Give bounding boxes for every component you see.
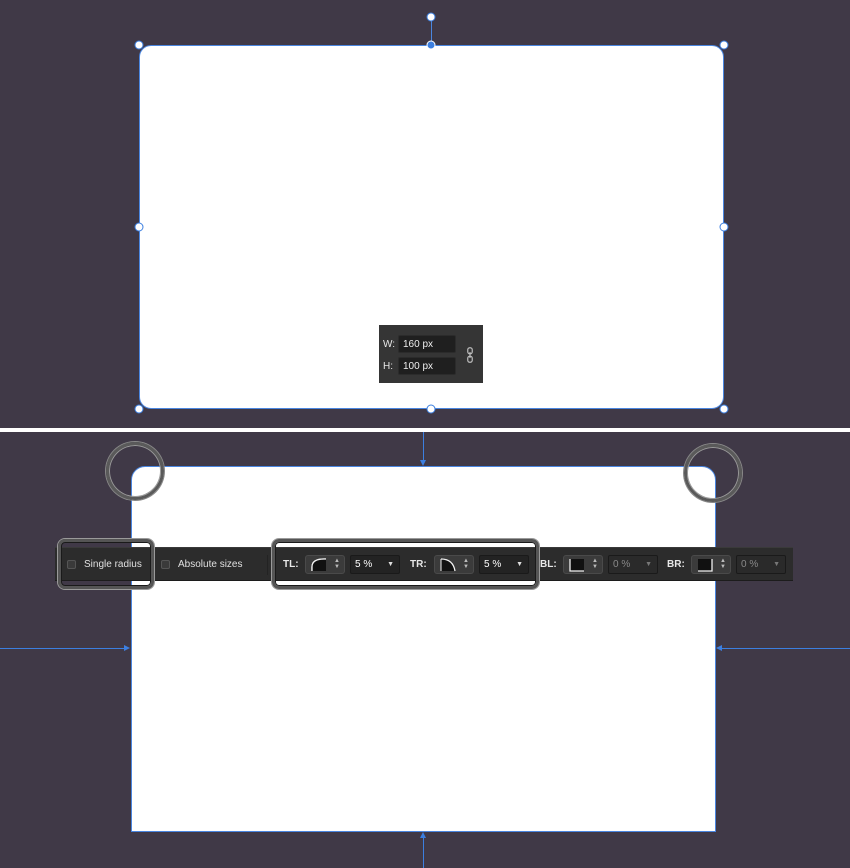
square-corner-icon bbox=[569, 559, 584, 572]
guide-arrow-bottom bbox=[420, 832, 426, 838]
width-field[interactable]: 160 px bbox=[398, 335, 456, 353]
resize-handle-top-right[interactable] bbox=[719, 40, 729, 50]
rectangle-shape[interactable] bbox=[131, 466, 716, 832]
corner-highlight-top-right bbox=[684, 444, 742, 502]
corner-bl-type-button[interactable]: ▲ ▼ bbox=[563, 555, 603, 574]
resize-handle-left[interactable] bbox=[134, 222, 144, 232]
resize-handle-bottom-right[interactable] bbox=[719, 404, 729, 414]
absolute-sizes-option[interactable]: Absolute sizes bbox=[161, 548, 242, 581]
highlight-tl-tr-corners bbox=[272, 539, 539, 589]
guide-bottom bbox=[423, 838, 424, 868]
square-corner-icon bbox=[698, 559, 713, 572]
canvas-bottom: Single radius Absolute sizes TL: ▲ ▼ 5 % … bbox=[0, 432, 850, 868]
corner-bottom-right-group: BR: ▲ ▼ 0 % ▼ bbox=[667, 548, 786, 581]
guide-arrow-left bbox=[124, 645, 130, 651]
resize-handle-top-left[interactable] bbox=[134, 40, 144, 50]
corner-bl-value[interactable]: 0 % ▼ bbox=[608, 555, 658, 574]
chevron-down-icon[interactable]: ▼ bbox=[773, 556, 780, 573]
corner-bl-value-text: 0 % bbox=[613, 559, 631, 570]
absolute-sizes-checkbox[interactable] bbox=[161, 560, 170, 569]
resize-handle-bottom-left[interactable] bbox=[134, 404, 144, 414]
rotation-handle[interactable] bbox=[426, 12, 436, 22]
corner-br-value-text: 0 % bbox=[741, 559, 759, 570]
resize-handle-bottom[interactable] bbox=[426, 404, 436, 414]
chain-link-icon[interactable] bbox=[467, 347, 473, 363]
corner-br-value[interactable]: 0 % ▼ bbox=[736, 555, 786, 574]
width-label: W: bbox=[383, 338, 396, 350]
guide-arrow-top bbox=[420, 460, 426, 466]
guide-right bbox=[721, 648, 850, 649]
corner-br-type-button[interactable]: ▲ ▼ bbox=[691, 555, 731, 574]
size-popup: W: 160 px H: 100 px bbox=[379, 325, 483, 383]
corner-bl-stepper[interactable]: ▲ ▼ bbox=[592, 558, 598, 570]
corner-br-label: BR: bbox=[667, 559, 685, 570]
height-field[interactable]: 100 px bbox=[398, 357, 456, 375]
chevron-down-icon[interactable]: ▼ bbox=[645, 556, 652, 573]
resize-handle-right[interactable] bbox=[719, 222, 729, 232]
guide-arrow-right bbox=[716, 645, 722, 651]
guide-top bbox=[423, 432, 424, 462]
height-label: H: bbox=[383, 360, 393, 372]
guide-left bbox=[0, 648, 126, 649]
corner-bl-label: BL: bbox=[540, 559, 557, 570]
canvas-top: W: 160 px H: 100 px bbox=[0, 0, 850, 428]
corner-highlight-top-left bbox=[106, 442, 164, 500]
corner-bottom-left-group: BL: ▲ ▼ 0 % ▼ bbox=[540, 548, 658, 581]
toolbar-divider bbox=[267, 555, 268, 575]
corner-br-stepper[interactable]: ▲ ▼ bbox=[720, 558, 726, 570]
absolute-sizes-label: Absolute sizes bbox=[178, 559, 243, 570]
resize-handle-top[interactable] bbox=[426, 40, 436, 50]
highlight-single-radius bbox=[58, 539, 154, 589]
